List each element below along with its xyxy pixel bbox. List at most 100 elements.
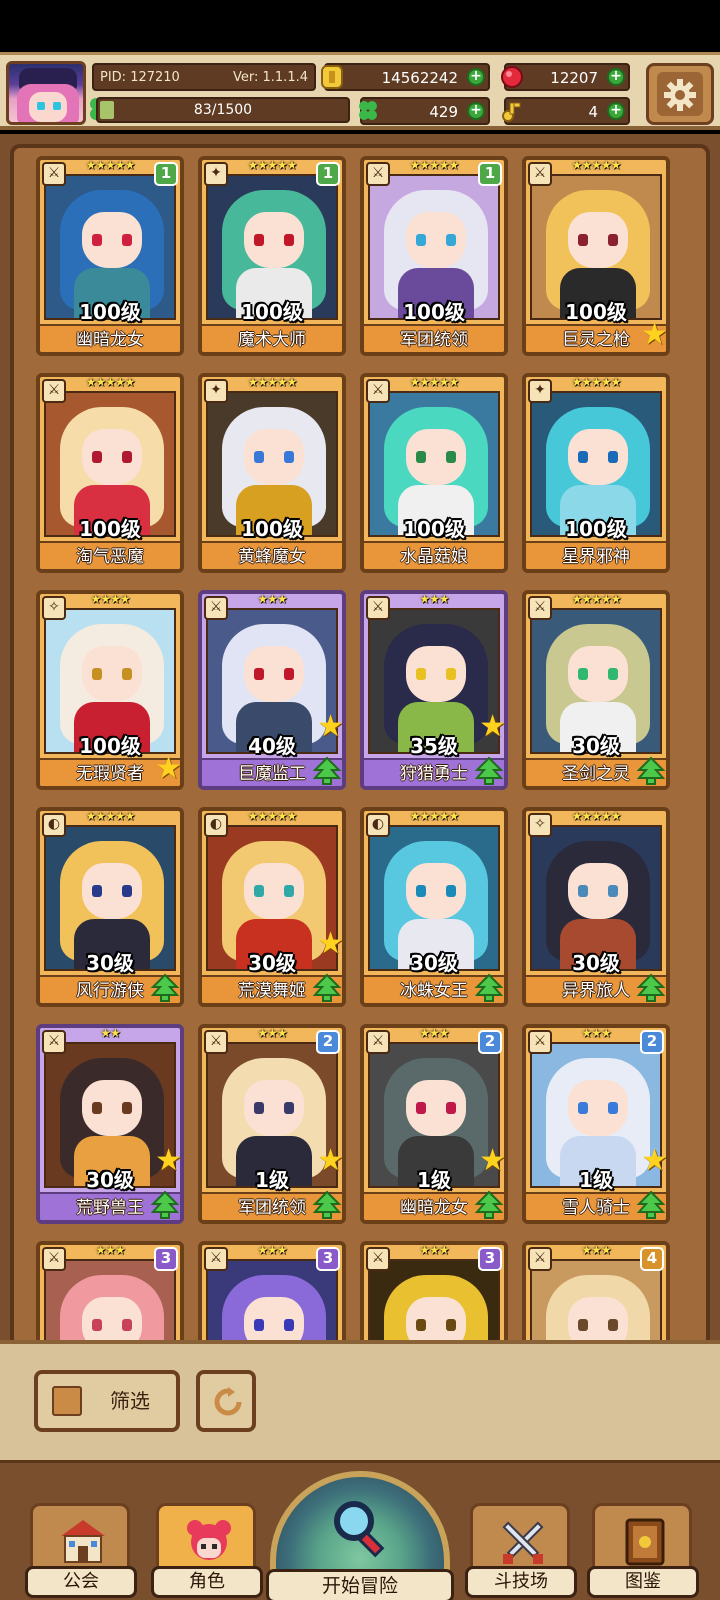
nav-codex[interactable]: 图鉴 bbox=[587, 1503, 699, 1598]
character-card[interactable]: ★★★★★ ◐ 30级 风行游侠 bbox=[36, 807, 184, 1007]
clover-icon bbox=[359, 101, 377, 120]
character-level: 30级 bbox=[572, 951, 620, 975]
class-icon: ⚔ bbox=[42, 162, 66, 186]
class-icon: ⚔ bbox=[366, 162, 390, 186]
class-icon: ✦ bbox=[204, 162, 228, 186]
energy-bar: 83/1500 bbox=[96, 97, 350, 123]
class-icon: ⚔ bbox=[42, 1247, 66, 1271]
character-card[interactable]: ★★★★★ ✧ 30级 异界旅人 bbox=[522, 807, 670, 1007]
character-card[interactable]: ★★★★★ ⚔ 1 100级 军团统领 bbox=[360, 156, 508, 356]
portrait-face bbox=[406, 429, 466, 485]
character-level: 30级 bbox=[86, 951, 134, 975]
portrait-eye bbox=[608, 451, 618, 463]
rank-badge: 2 bbox=[478, 1030, 502, 1054]
portrait-face bbox=[406, 863, 466, 919]
portrait-eye bbox=[92, 234, 102, 246]
gold-counter: 14562242 + bbox=[321, 63, 490, 91]
character-card[interactable]: ★★ ⚔ 30级 荒野兽王 ★ bbox=[36, 1024, 184, 1224]
portrait-eye bbox=[122, 1319, 132, 1331]
portrait-eye bbox=[92, 451, 102, 463]
bottom-nav: 公会 角色 开始冒险 斗技场 图鉴 bbox=[0, 1460, 720, 1600]
portrait-face bbox=[406, 1080, 466, 1136]
character-name: 黄蜂魔女 bbox=[202, 541, 342, 569]
character-card[interactable]: ★★★ ⚔ 35级 狩猎勇士 ★ bbox=[360, 590, 508, 790]
portrait-eye bbox=[578, 885, 588, 897]
character-level: 100级 bbox=[79, 517, 141, 541]
portrait-eye bbox=[92, 1102, 102, 1114]
portrait-eye bbox=[578, 451, 588, 463]
character-card[interactable]: ★★★★★ ⚔ 1 100级 幽暗龙女 bbox=[36, 156, 184, 356]
portrait-eye bbox=[578, 234, 588, 246]
star-upgrade-icon: ★ bbox=[641, 1143, 668, 1178]
grid-filter-icon bbox=[52, 1386, 82, 1416]
rank-badge: 3 bbox=[478, 1247, 502, 1271]
character-card[interactable]: ★★★★★ ⚔ 30级 圣剑之灵 bbox=[522, 590, 670, 790]
filter-button[interactable]: 筛选 bbox=[34, 1370, 180, 1432]
portrait-eye bbox=[92, 1319, 102, 1331]
add-gem-button[interactable]: + bbox=[607, 68, 625, 86]
character-card[interactable]: ★★★★★ ✦ 100级 黄蜂魔女 bbox=[198, 373, 346, 573]
character-card[interactable]: ★★★★★ ◐ 30级 冰蛛女王 bbox=[360, 807, 508, 1007]
rank-badge: 3 bbox=[316, 1247, 340, 1271]
character-card[interactable]: ★★★★★ ⚔ 100级 淘气恶魔 bbox=[36, 373, 184, 573]
level-up-arrow-icon bbox=[312, 1190, 342, 1219]
avatar-face bbox=[29, 92, 67, 122]
character-name: 淘气恶魔 bbox=[40, 541, 180, 569]
player-avatar[interactable] bbox=[6, 61, 86, 125]
portrait-eye bbox=[416, 451, 426, 463]
class-icon: ⚔ bbox=[366, 1247, 390, 1271]
add-gold-button[interactable]: + bbox=[467, 68, 485, 86]
character-card[interactable]: ★★★ ⚔ 2 1级 幽暗龙女 ★ bbox=[360, 1024, 508, 1224]
nav-guild[interactable]: 公会 bbox=[25, 1503, 137, 1598]
portrait-eye bbox=[284, 885, 294, 897]
character-card[interactable]: ★★★★★ ◐ 30级 荒漠舞姬 ★ bbox=[198, 807, 346, 1007]
portrait-eye bbox=[122, 1102, 132, 1114]
class-icon: ✧ bbox=[528, 813, 552, 837]
level-up-arrow-icon bbox=[312, 973, 342, 1002]
character-card[interactable]: ★★★★★ ✦ 100级 星界邪神 bbox=[522, 373, 670, 573]
class-icon: ⚔ bbox=[528, 1030, 552, 1054]
portrait-face bbox=[82, 863, 142, 919]
gold-coin-icon bbox=[321, 65, 343, 89]
rank-badge: 2 bbox=[640, 1030, 664, 1054]
rank-badge: 1 bbox=[316, 162, 340, 186]
class-icon: ◐ bbox=[42, 813, 66, 837]
class-icon: ⚔ bbox=[366, 379, 390, 403]
settings-button[interactable] bbox=[646, 63, 714, 125]
start-adventure-button[interactable]: 开始冒险 bbox=[266, 1471, 454, 1600]
character-card[interactable]: ★★★★★ ⚔ 100级 巨灵之枪 ★ bbox=[522, 156, 670, 356]
character-level: 30级 bbox=[410, 951, 458, 975]
refresh-button[interactable] bbox=[196, 1370, 256, 1432]
rank-badge: 3 bbox=[154, 1247, 178, 1271]
character-card[interactable]: ★★★★★ ⚔ 100级 水晶菇娘 bbox=[360, 373, 508, 573]
character-card[interactable]: ★★★ ⚔ 2 1级 军团统领 ★ bbox=[198, 1024, 346, 1224]
filter-label: 筛选 bbox=[110, 1389, 150, 1413]
portrait-eye bbox=[284, 451, 294, 463]
top-bar: PID: 127210 Ver: 1.1.1.4 14562242 + 1220… bbox=[0, 52, 720, 130]
character-level: 30级 bbox=[572, 734, 620, 758]
portrait-face bbox=[82, 429, 142, 485]
filter-bar: 筛选 bbox=[0, 1340, 720, 1460]
portrait-face bbox=[82, 212, 142, 268]
class-icon: ⚔ bbox=[42, 379, 66, 403]
add-key-button[interactable]: + bbox=[607, 102, 625, 120]
portrait-eye bbox=[446, 1319, 456, 1331]
key-icon bbox=[502, 102, 521, 122]
portrait-eye bbox=[254, 1319, 264, 1331]
character-card[interactable]: ★★★★★ ✦ 1 100级 魔术大师 bbox=[198, 156, 346, 356]
status-bar bbox=[0, 0, 720, 52]
character-card[interactable]: ★★★ ⚔ 40级 巨魔监工 ★ bbox=[198, 590, 346, 790]
portrait-eye bbox=[284, 234, 294, 246]
character-card[interactable]: ★★★ ⚔ 2 1级 雪人骑士 ★ bbox=[522, 1024, 670, 1224]
character-card[interactable]: ★★★★ ✧ 100级 无瑕贤者 ★ bbox=[36, 590, 184, 790]
nav-guild-label: 公会 bbox=[25, 1566, 137, 1598]
portrait-eye bbox=[446, 234, 456, 246]
portrait-eye bbox=[446, 451, 456, 463]
nav-arena[interactable]: 斗技场 bbox=[465, 1503, 577, 1598]
nav-characters[interactable]: 角色 bbox=[151, 1503, 263, 1598]
rank-badge: 1 bbox=[478, 162, 502, 186]
add-clover-button[interactable]: + bbox=[467, 102, 485, 120]
level-up-arrow-icon bbox=[150, 973, 180, 1002]
star-upgrade-icon: ★ bbox=[317, 1143, 344, 1178]
star-upgrade-icon: ★ bbox=[317, 709, 344, 744]
